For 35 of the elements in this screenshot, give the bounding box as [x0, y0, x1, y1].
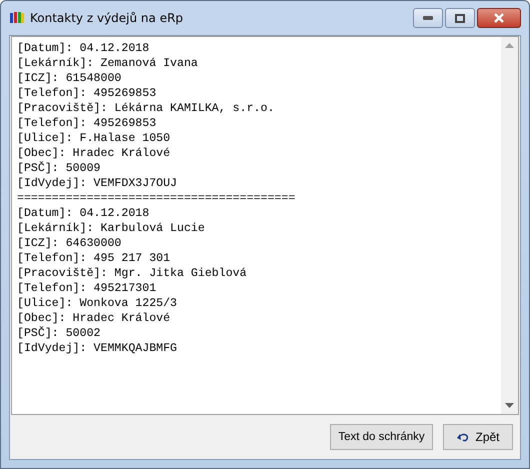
text-line: [IdVydej]: VEMFDX3J7OUJ: [17, 176, 178, 191]
undo-arrow-icon: [456, 432, 470, 442]
close-icon: [493, 13, 505, 23]
copy-button[interactable]: Text do schránky: [330, 424, 433, 450]
text-line: [IdVydej]: VEMMKQAJBMFG: [17, 341, 178, 356]
text-line: ========================================: [17, 191, 296, 206]
text-line: [Lekárník]: Zemanová Ivana: [17, 56, 198, 71]
text-line: [Telefon]: 495269853: [17, 116, 156, 131]
close-button[interactable]: [477, 8, 521, 28]
text-line: [Ulice]: Wonkova 1225/3: [17, 296, 178, 311]
text-line: [Pracoviště]: Lékárna KAMILKA, s.r.o.: [17, 101, 274, 116]
text-line: [Obec]: Hradec Králové: [17, 146, 170, 161]
text-area[interactable]: [11, 36, 519, 415]
text-line: [ICZ]: 64630000: [17, 236, 122, 251]
text-line: [Telefon]: 495217301: [17, 281, 156, 296]
scrollbar[interactable]: [501, 37, 518, 414]
text-line: [Ulice]: F.Halase 1050: [17, 131, 170, 146]
minimize-button[interactable]: [413, 8, 443, 28]
text-line: [PSČ]: 50002: [17, 326, 100, 341]
maximize-button[interactable]: [445, 8, 475, 28]
app-icon: [9, 10, 25, 26]
scroll-down-icon[interactable]: [505, 403, 514, 408]
minimize-icon: [423, 16, 433, 20]
text-line: [Obec]: Hradec Králové: [17, 311, 170, 326]
back-button[interactable]: Zpět: [443, 424, 513, 450]
text-line: [Datum]: 04.12.2018: [17, 41, 150, 56]
text-line: [Lekárník]: Karbulová Lucie: [17, 221, 205, 236]
text-line: [Telefon]: 495269853: [17, 86, 156, 101]
text-line: [Telefon]: 495 217 301: [17, 251, 170, 266]
text-line: [Datum]: 04.12.2018: [17, 206, 150, 221]
maximize-icon: [455, 14, 465, 22]
text-line: [ICZ]: 61548000: [17, 71, 122, 86]
window-title: Kontakty z výdejů na eRp: [30, 11, 184, 25]
text-line: [PSČ]: 50009: [17, 161, 100, 176]
text-line: [Pracoviště]: Mgr. Jitka Gieblová: [17, 266, 247, 281]
